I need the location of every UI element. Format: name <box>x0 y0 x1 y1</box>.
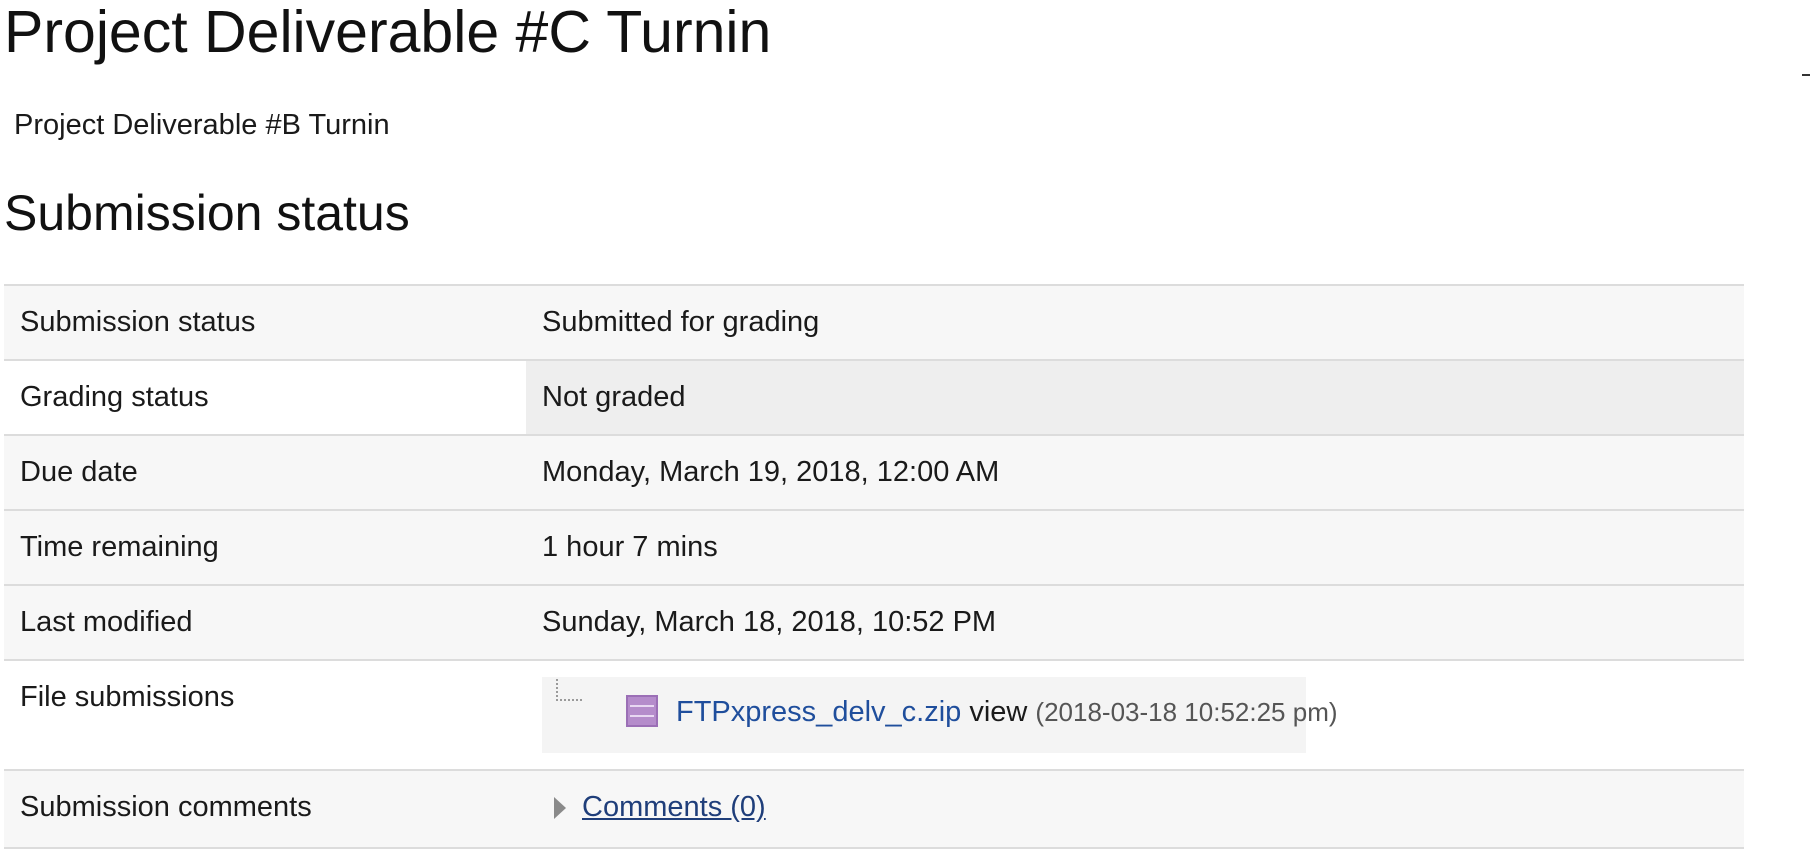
row-label: Time remaining <box>4 510 526 586</box>
file-view-link[interactable]: view <box>969 696 1027 728</box>
triangle-right-icon[interactable] <box>554 796 566 819</box>
row-label: Due date <box>4 435 526 511</box>
row-value: Sunday, March 18, 2018, 10:52 PM <box>526 585 1744 661</box>
file-download-link[interactable]: FTPxpress_delv_c.zip <box>676 696 961 728</box>
table-row-due-date: Due date Monday, March 19, 2018, 12:00 A… <box>4 435 1744 511</box>
table-row-time-remaining: Time remaining 1 hour 7 mins <box>4 510 1744 586</box>
submission-status-table: Submission status Submitted for grading … <box>4 284 1744 849</box>
row-value: Monday, March 19, 2018, 12:00 AM <box>526 435 1744 511</box>
archive-icon <box>626 695 658 727</box>
table-row-submission-status: Submission status Submitted for grading <box>4 285 1744 361</box>
row-label: File submissions <box>4 660 526 771</box>
comments-toggle[interactable]: Comments (0) <box>542 791 766 824</box>
page: Project Deliverable #C Turnin Project De… <box>0 0 1810 864</box>
file-tree: FTPxpress_delv_c.zip view (2018-03-18 10… <box>542 677 1338 753</box>
tree-connector <box>556 679 582 701</box>
row-value: 1 hour 7 mins <box>526 510 1744 586</box>
row-value: Comments (0) <box>526 770 1744 849</box>
edge-mark <box>1802 74 1810 76</box>
file-entry: FTPxpress_delv_c.zip view (2018-03-18 10… <box>676 695 1338 729</box>
table-row-file-submissions: File submissions FTPxpress_delv_c.zip vi… <box>4 660 1744 771</box>
previous-assignment-link[interactable]: Project Deliverable #B Turnin <box>14 108 390 142</box>
table-row-last-modified: Last modified Sunday, March 18, 2018, 10… <box>4 585 1744 661</box>
file-timestamp: (2018-03-18 10:52:25 pm) <box>1035 697 1338 727</box>
row-label: Grading status <box>4 360 526 436</box>
row-value: Submitted for grading <box>526 285 1744 361</box>
table-row-grading-status: Grading status Not graded <box>4 360 1744 436</box>
row-value: Not graded <box>526 360 1744 436</box>
row-label: Last modified <box>4 585 526 661</box>
table-row-submission-comments: Submission comments Comments (0) <box>4 770 1744 849</box>
page-title: Project Deliverable #C Turnin <box>4 0 772 65</box>
row-label: Submission status <box>4 285 526 361</box>
section-title: Submission status <box>4 185 410 241</box>
row-value: FTPxpress_delv_c.zip view (2018-03-18 10… <box>526 660 1744 771</box>
comments-link[interactable]: Comments (0) <box>582 791 766 824</box>
row-label: Submission comments <box>4 770 526 849</box>
